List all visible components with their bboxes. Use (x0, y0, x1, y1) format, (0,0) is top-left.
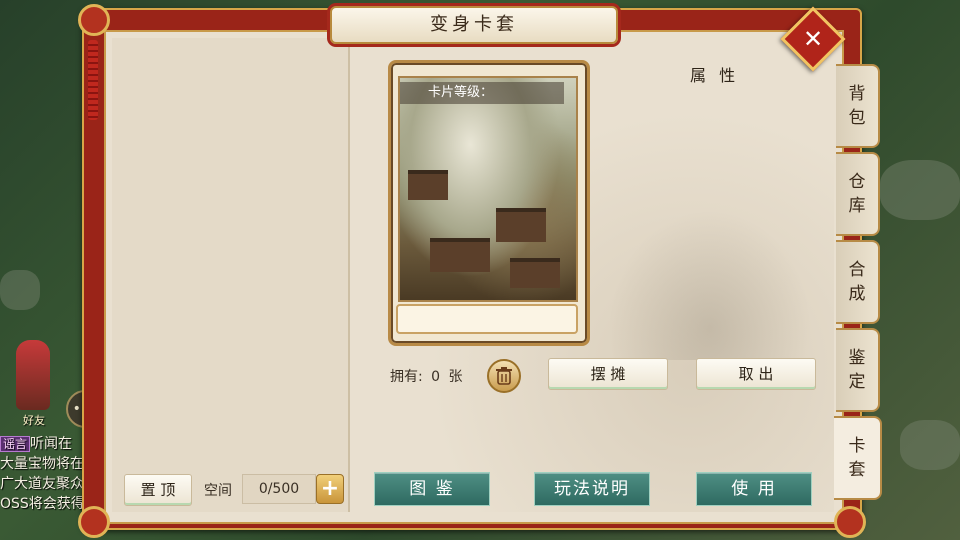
background-rock (880, 160, 960, 220)
friend-label: 好友 (23, 414, 45, 427)
chat-text: 听闻在 (30, 436, 73, 452)
tab-label: 卡套 (848, 436, 866, 480)
tab-label: 仓库 (848, 172, 866, 216)
tassel-decoration (88, 40, 98, 120)
card-level-label: 卡片等级： (400, 82, 564, 104)
corner-ornament (834, 506, 866, 538)
plus-icon[interactable]: + (316, 474, 344, 504)
card-artwork (398, 76, 578, 302)
friend-button[interactable]: 好友 (6, 340, 62, 430)
window-title: 变身卡套 (430, 14, 518, 35)
tab-backpack[interactable]: 背包 (836, 64, 880, 148)
artwork-building (430, 238, 490, 272)
pin-top-button[interactable]: 置 顶 (124, 474, 192, 506)
tab-label: 鉴定 (848, 348, 866, 392)
tab-label: 背包 (848, 84, 866, 128)
space-counter: 0/500 (242, 474, 316, 504)
card-name-plate (396, 304, 578, 334)
gallery-button[interactable]: 图 鉴 (374, 472, 490, 506)
card-list-panel[interactable] (112, 38, 350, 512)
tab-synthesis[interactable]: 合成 (836, 240, 880, 324)
space-label: 空间 (204, 483, 232, 499)
chat-tag: 谣言 (0, 436, 31, 452)
gameplay-help-button[interactable]: 玩法说明 (534, 472, 650, 506)
artwork-building (496, 208, 546, 242)
ink-painting-decoration (600, 200, 820, 360)
attributes-title: 属 性 (690, 66, 740, 85)
tab-card-sleeve[interactable]: 卡套 (834, 416, 882, 500)
title-plate: 变身卡套 (330, 6, 618, 44)
use-button[interactable]: 使 用 (696, 472, 812, 506)
tab-warehouse[interactable]: 仓库 (836, 152, 880, 236)
background-rock (0, 270, 40, 310)
artwork-building (510, 258, 560, 288)
artwork-building (408, 170, 448, 200)
owned-count: 拥有: 0 张 (390, 369, 463, 385)
background-rock (900, 420, 960, 470)
tab-appraisal[interactable]: 鉴定 (836, 328, 880, 412)
character-portrait (16, 340, 50, 410)
take-out-button[interactable]: 取 出 (696, 358, 816, 390)
corner-ornament (78, 4, 110, 36)
trash-icon-glyph (496, 367, 512, 385)
close-icon[interactable]: ✕ (790, 16, 836, 62)
stall-button[interactable]: 摆 摊 (548, 358, 668, 390)
corner-ornament (78, 506, 110, 538)
tab-label: 合成 (848, 260, 866, 304)
trash-icon[interactable] (487, 359, 521, 393)
